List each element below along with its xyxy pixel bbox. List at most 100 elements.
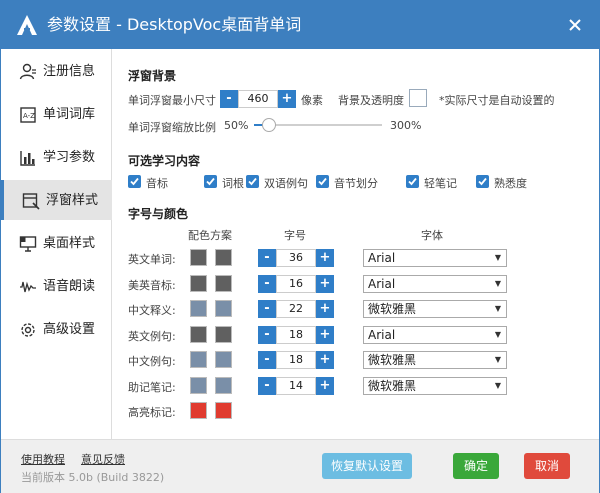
sidebar-item-label: 语音朗读 — [43, 279, 96, 294]
checkbox-label[interactable]: 词根 — [222, 175, 244, 191]
decrement-button[interactable]: - — [258, 300, 276, 318]
row-label: 中文释义: — [128, 304, 176, 317]
decrement-button[interactable]: - — [258, 376, 276, 395]
color-swatch-2[interactable] — [215, 300, 232, 317]
font-select[interactable]: 微软雅黑 ▼ — [363, 351, 507, 369]
checkbox-label[interactable]: 双语例句 — [264, 175, 308, 191]
font-size-input[interactable]: 14 — [276, 376, 316, 395]
cancel-button[interactable]: 取消 — [524, 453, 570, 479]
color-swatch-1[interactable] — [190, 351, 207, 368]
font-size-input[interactable]: 36 — [276, 249, 316, 267]
tutorial-link[interactable]: 使用教程 — [21, 451, 65, 467]
increment-button[interactable]: + — [278, 90, 296, 108]
sidebar-item-wordbank[interactable]: A-Z 单词词库 — [1, 94, 110, 134]
footer: 使用教程 意见反馈 当前版本 5.0b (Build 3822) 恢复默认设置 … — [1, 439, 599, 493]
decrement-button[interactable]: - — [258, 351, 276, 369]
slider-thumb[interactable] — [262, 118, 277, 132]
sidebar-item-float-style[interactable]: 浮窗样式 — [1, 180, 113, 220]
font-size-input[interactable]: 18 — [276, 325, 316, 344]
checkbox[interactable] — [406, 175, 419, 188]
color-swatch-1[interactable] — [190, 274, 207, 292]
ok-button[interactable]: 确定 — [453, 453, 499, 479]
checkbox[interactable] — [128, 175, 141, 188]
sidebar-item-label: 注册信息 — [43, 64, 96, 79]
row-label: 中文例句: — [128, 355, 176, 368]
color-swatch-1[interactable] — [190, 300, 207, 317]
section-title-font-color: 字号与颜色 — [128, 207, 189, 221]
close-icon[interactable] — [565, 15, 585, 35]
decrement-button[interactable]: - — [220, 90, 238, 108]
sidebar-item-desktop-style[interactable]: 桌面样式 — [1, 223, 110, 263]
header-colors: 配色方案 — [188, 229, 232, 242]
title-bar[interactable]: 参数设置 - DesktopVoc桌面背单词 — [1, 1, 599, 49]
color-swatch-1[interactable] — [190, 249, 207, 266]
chevron-down-icon: ▼ — [494, 355, 501, 364]
sidebar-item-advanced[interactable]: 高级设置 — [1, 309, 110, 349]
font-size-input[interactable]: 16 — [276, 274, 316, 293]
font-select-value: 微软雅黑 — [368, 378, 417, 393]
color-swatch-1[interactable] — [190, 325, 207, 343]
header-size: 字号 — [284, 229, 306, 242]
font-select[interactable]: 微软雅黑 ▼ — [363, 300, 507, 318]
increment-button[interactable]: + — [316, 274, 334, 293]
checkbox[interactable] — [204, 175, 217, 188]
chevron-down-icon: ▼ — [494, 278, 501, 288]
row-label: 高亮标记: — [128, 406, 176, 419]
color-swatch-2[interactable] — [215, 351, 232, 368]
row-label: 英文例句: — [128, 329, 176, 343]
color-swatch-2[interactable] — [215, 274, 232, 292]
color-swatch-2[interactable] — [215, 376, 232, 394]
increment-button[interactable]: + — [316, 376, 334, 395]
header-font: 字体 — [421, 229, 443, 242]
user-icon — [19, 63, 36, 80]
font-select-value: Arial — [368, 251, 396, 265]
min-size-input[interactable]: 460 — [238, 90, 278, 108]
checkbox-label[interactable]: 轻笔记 — [424, 175, 457, 191]
increment-button[interactable]: + — [316, 249, 334, 267]
chart-icon — [20, 151, 35, 166]
decrement-button[interactable]: - — [258, 249, 276, 267]
font-size-input[interactable]: 18 — [276, 351, 316, 369]
color-swatch-1[interactable] — [190, 402, 207, 419]
increment-button[interactable]: + — [316, 351, 334, 369]
font-select-value: 微软雅黑 — [368, 302, 417, 316]
font-size-stepper: -36 + — [258, 249, 334, 267]
font-select-value: Arial — [368, 276, 396, 291]
window-icon — [22, 193, 40, 210]
gear-icon — [21, 323, 35, 337]
checkbox-label[interactable]: 音标 — [146, 175, 168, 191]
checkbox-label[interactable]: 音节划分 — [334, 175, 378, 191]
sidebar-item-register[interactable]: 注册信息 — [1, 51, 110, 91]
increment-button[interactable]: + — [316, 300, 334, 318]
chevron-down-icon: ▼ — [494, 253, 501, 262]
color-swatch-2[interactable] — [215, 402, 232, 419]
checkbox[interactable] — [316, 175, 329, 188]
color-swatch-2[interactable] — [215, 249, 232, 266]
feedback-link[interactable]: 意见反馈 — [81, 451, 125, 467]
scale-slider[interactable] — [254, 118, 382, 132]
sidebar-item-study-params[interactable]: 学习参数 — [1, 137, 110, 177]
font-size-input[interactable]: 22 — [276, 300, 316, 318]
app-logo-icon — [17, 15, 37, 35]
increment-button[interactable]: + — [316, 325, 334, 344]
sidebar-item-voice[interactable]: 语音朗读 — [1, 266, 110, 306]
font-select[interactable]: Arial ▼ — [363, 274, 507, 293]
font-select[interactable]: Arial ▼ — [363, 249, 507, 267]
color-swatch-1[interactable] — [190, 376, 207, 394]
decrement-button[interactable]: - — [258, 274, 276, 293]
font-select-value: Arial — [368, 327, 396, 342]
checkbox-label[interactable]: 熟悉度 — [494, 175, 527, 191]
font-select[interactable]: 微软雅黑 ▼ — [363, 376, 507, 395]
section-title-content: 可选学习内容 — [128, 154, 201, 168]
checkbox[interactable] — [246, 175, 259, 188]
bg-color-swatch[interactable] — [409, 89, 427, 107]
font-size-stepper: -16 + — [258, 274, 334, 293]
sidebar-item-label: 学习参数 — [43, 150, 96, 165]
scale-min-label: 50% — [224, 119, 249, 132]
chevron-down-icon: ▼ — [494, 329, 501, 339]
font-select[interactable]: Arial ▼ — [363, 325, 507, 344]
restore-defaults-button[interactable]: 恢复默认设置 — [322, 453, 412, 479]
decrement-button[interactable]: - — [258, 325, 276, 344]
color-swatch-2[interactable] — [215, 325, 232, 343]
checkbox[interactable] — [476, 175, 489, 188]
